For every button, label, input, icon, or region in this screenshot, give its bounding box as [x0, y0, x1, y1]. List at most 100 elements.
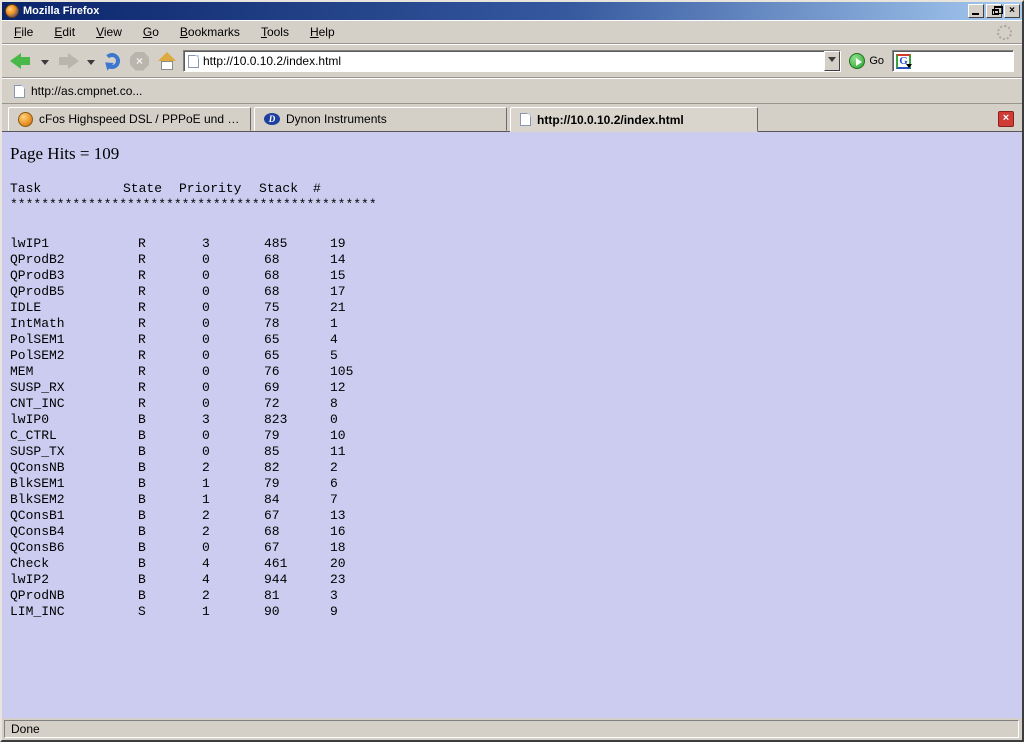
- table-row: QProdB5R06817: [10, 284, 1022, 300]
- cell-state: B: [138, 460, 202, 476]
- bookmark-item[interactable]: http://as.cmpnet.co...: [8, 82, 148, 100]
- cell-stack: 82: [264, 460, 330, 476]
- tab-label: cFos Highspeed DSL / PPPoE und ISDN CAP.…: [39, 112, 241, 126]
- bookmark-page-icon: [14, 85, 25, 98]
- close-button[interactable]: ×: [1004, 4, 1020, 18]
- cell-stack: 68: [264, 284, 330, 300]
- header-priority: Priority: [179, 181, 259, 197]
- cell-task: SUSP_RX: [10, 380, 138, 396]
- menu-items: FileEditViewGoBookmarksToolsHelp: [6, 22, 348, 42]
- reload-icon: [102, 51, 122, 71]
- tab-cfos[interactable]: cFos Highspeed DSL / PPPoE und ISDN CAP.…: [8, 107, 251, 131]
- table-row: lwIP1R348519: [10, 236, 1022, 252]
- cell-num: 10: [330, 428, 346, 444]
- table-separator: ****************************************…: [10, 197, 1022, 213]
- table-header: TaskStatePriorityStack#: [10, 181, 1022, 197]
- reload-button[interactable]: [100, 49, 124, 73]
- title-bar[interactable]: Mozilla Firefox ×: [2, 2, 1022, 20]
- cell-num: 0: [330, 412, 338, 428]
- cell-task: QConsNB: [10, 460, 138, 476]
- home-button[interactable]: [155, 50, 179, 73]
- cell-num: 19: [330, 236, 346, 252]
- cell-state: B: [138, 524, 202, 540]
- cell-state: R: [138, 332, 202, 348]
- menu-item[interactable]: Go: [135, 22, 167, 42]
- url-dropdown-button[interactable]: [824, 51, 840, 71]
- cell-priority: 2: [202, 524, 264, 540]
- page-hits-text: Page Hits = 109: [10, 144, 1022, 164]
- search-input[interactable]: [911, 54, 1013, 68]
- table-row: BlkSEM2B1847: [10, 492, 1022, 508]
- stop-icon: ×: [130, 52, 149, 71]
- cell-task: QConsB4: [10, 524, 138, 540]
- cell-num: 6: [330, 476, 338, 492]
- search-box: G: [892, 50, 1014, 72]
- url-input[interactable]: [199, 54, 824, 68]
- table-row: QConsNBB2822: [10, 460, 1022, 476]
- menu-item[interactable]: Tools: [253, 22, 297, 42]
- cell-task: PolSEM1: [10, 332, 138, 348]
- cell-priority: 0: [202, 300, 264, 316]
- menu-item[interactable]: View: [88, 22, 130, 42]
- cell-priority: 0: [202, 252, 264, 268]
- navigation-toolbar: × Go G: [2, 44, 1022, 78]
- cell-task: QConsB6: [10, 540, 138, 556]
- table-row: QProdB3R06815: [10, 268, 1022, 284]
- back-arrow-icon: [10, 52, 33, 70]
- table-row: QConsB6B06718: [10, 540, 1022, 556]
- cell-state: B: [138, 412, 202, 428]
- cell-task: LIM_INC: [10, 604, 138, 620]
- cell-stack: 72: [264, 396, 330, 412]
- forward-button[interactable]: [54, 50, 81, 72]
- table-row: IDLER07521: [10, 300, 1022, 316]
- close-tab-button[interactable]: ×: [998, 111, 1014, 127]
- tab-index-html-active[interactable]: http://10.0.10.2/index.html: [510, 107, 758, 132]
- table-row: lwIP0B38230: [10, 412, 1022, 428]
- chevron-down-icon: [828, 57, 836, 66]
- cell-priority: 4: [202, 556, 264, 572]
- go-label: Go: [869, 55, 884, 67]
- table-row: PolSEM1R0654: [10, 332, 1022, 348]
- page-favicon-icon: [188, 55, 199, 68]
- back-button[interactable]: [8, 50, 35, 72]
- cell-num: 17: [330, 284, 346, 300]
- cell-stack: 79: [264, 476, 330, 492]
- cell-state: B: [138, 572, 202, 588]
- cell-task: IntMath: [10, 316, 138, 332]
- forward-arrow-icon: [56, 52, 79, 70]
- cell-num: 18: [330, 540, 346, 556]
- cell-task: BlkSEM1: [10, 476, 138, 492]
- cfos-favicon-icon: [18, 112, 33, 127]
- restore-icon: [992, 9, 999, 15]
- cell-priority: 0: [202, 396, 264, 412]
- cell-stack: 76: [264, 364, 330, 380]
- menu-item[interactable]: Bookmarks: [172, 22, 248, 42]
- table-row: QConsB1B26713: [10, 508, 1022, 524]
- cell-stack: 65: [264, 348, 330, 364]
- restore-button[interactable]: [986, 4, 1002, 18]
- cell-stack: 68: [264, 252, 330, 268]
- menu-item[interactable]: Edit: [46, 22, 83, 42]
- table-row: MEMR076105: [10, 364, 1022, 380]
- cell-num: 13: [330, 508, 346, 524]
- cell-stack: 75: [264, 300, 330, 316]
- cell-priority: 0: [202, 332, 264, 348]
- cell-priority: 0: [202, 540, 264, 556]
- menu-item[interactable]: Help: [302, 22, 343, 42]
- cell-state: B: [138, 588, 202, 604]
- cell-num: 4: [330, 332, 338, 348]
- google-search-icon[interactable]: G: [896, 54, 911, 69]
- cell-state: R: [138, 284, 202, 300]
- back-dropdown[interactable]: [41, 60, 49, 69]
- go-button[interactable]: Go: [845, 53, 888, 69]
- cell-num: 12: [330, 380, 346, 396]
- minimize-button[interactable]: [968, 4, 984, 18]
- cell-priority: 0: [202, 284, 264, 300]
- tab-dynon[interactable]: D Dynon Instruments: [254, 107, 507, 131]
- forward-dropdown[interactable]: [87, 60, 95, 69]
- stop-button[interactable]: ×: [128, 50, 151, 73]
- cell-task: IDLE: [10, 300, 138, 316]
- menu-item[interactable]: File: [6, 22, 41, 42]
- go-icon: [849, 53, 865, 69]
- cell-stack: 461: [264, 556, 330, 572]
